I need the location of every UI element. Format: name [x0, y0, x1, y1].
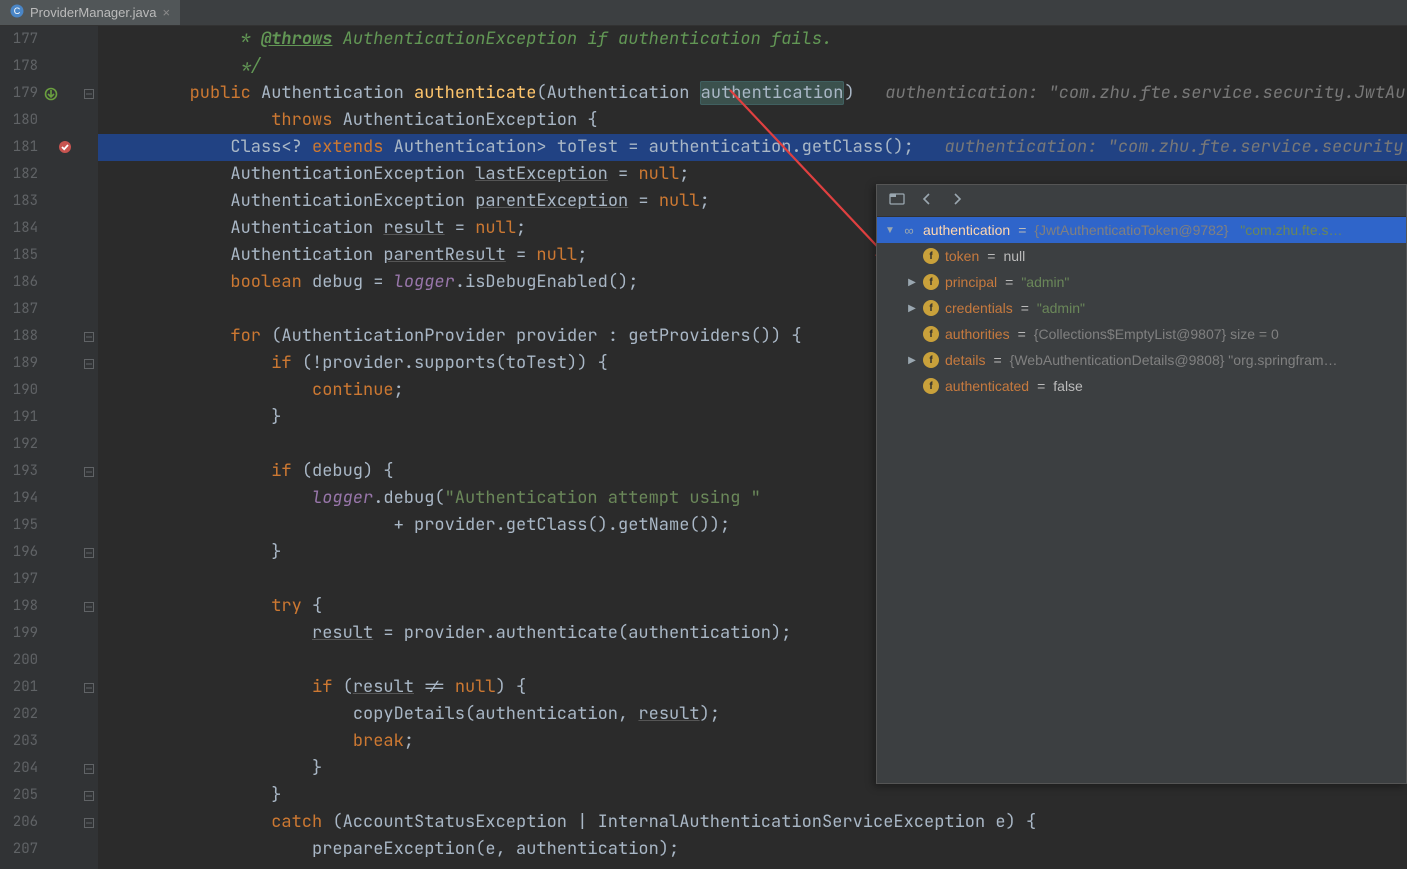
- breakpoint-icon[interactable]: [58, 140, 72, 154]
- fold-toggle-icon[interactable]: [84, 602, 94, 612]
- nav-back-icon[interactable]: [919, 191, 935, 210]
- debug-field-node[interactable]: fauthorities={Collections$EmptyList@9807…: [877, 321, 1406, 347]
- line-number: 191: [0, 408, 38, 426]
- debug-field-node[interactable]: ▶fprincipal="admin": [877, 269, 1406, 295]
- code-line[interactable]: prepareException(e, authentication);: [98, 836, 1407, 863]
- code-line[interactable]: Class<? extends Authentication> toTest =…: [98, 134, 1407, 161]
- project-icon[interactable]: [889, 191, 905, 210]
- line-number: 186: [0, 273, 38, 291]
- line-number: 196: [0, 543, 38, 561]
- fold-toggle-icon[interactable]: [84, 332, 94, 342]
- debug-field-node[interactable]: ▶fcredentials="admin": [877, 295, 1406, 321]
- line-number: 199: [0, 624, 38, 642]
- debug-field-node[interactable]: ▶fdetails={WebAuthenticationDetails@9808…: [877, 347, 1406, 373]
- svg-text:C: C: [14, 6, 21, 16]
- line-number: 181: [0, 138, 38, 156]
- fold-toggle-icon[interactable]: [84, 683, 94, 693]
- debugger-toolbar: [877, 185, 1406, 217]
- fold-toggle-icon[interactable]: [84, 791, 94, 801]
- line-number: 190: [0, 381, 38, 399]
- fold-toggle-icon[interactable]: [84, 764, 94, 774]
- expand-arrow-icon[interactable]: [905, 381, 919, 392]
- debug-field-node[interactable]: ftoken=null: [877, 243, 1406, 269]
- debugger-variables-popup[interactable]: ▼∞authentication={JwtAuthenticatioToken@…: [876, 184, 1407, 784]
- line-number: 187: [0, 300, 38, 318]
- line-number: 184: [0, 219, 38, 237]
- line-number: 204: [0, 759, 38, 777]
- line-number: 194: [0, 489, 38, 507]
- line-number: 197: [0, 570, 38, 588]
- expand-arrow-icon[interactable]: ▼: [883, 225, 897, 236]
- line-number: 195: [0, 516, 38, 534]
- line-number: 200: [0, 651, 38, 669]
- code-line[interactable]: */: [98, 53, 1407, 80]
- fold-toggle-icon[interactable]: [84, 548, 94, 558]
- field-icon: f: [923, 378, 939, 394]
- java-class-icon: C: [10, 4, 24, 21]
- editor-tabbar: C ProviderManager.java ×: [0, 0, 1407, 26]
- field-icon: f: [923, 326, 939, 342]
- field-icon: f: [923, 274, 939, 290]
- code-line[interactable]: public Authentication authenticate(Authe…: [98, 80, 1407, 107]
- line-number: 180: [0, 111, 38, 129]
- field-icon: f: [923, 248, 939, 264]
- line-number: 205: [0, 786, 38, 804]
- expand-arrow-icon[interactable]: [905, 251, 919, 262]
- fold-toggle-icon[interactable]: [84, 818, 94, 828]
- debug-root-node[interactable]: ▼∞authentication={JwtAuthenticatioToken@…: [877, 217, 1406, 243]
- nav-forward-icon[interactable]: [949, 191, 965, 210]
- expand-arrow-icon[interactable]: ▶: [905, 277, 919, 288]
- expand-arrow-icon[interactable]: ▶: [905, 355, 919, 366]
- line-number: 177: [0, 30, 38, 48]
- override-method-icon[interactable]: [44, 87, 58, 101]
- line-number: 206: [0, 813, 38, 831]
- expand-arrow-icon[interactable]: ▶: [905, 303, 919, 314]
- code-line[interactable]: }: [98, 782, 1407, 809]
- expand-arrow-icon[interactable]: [905, 329, 919, 340]
- line-number: 178: [0, 57, 38, 75]
- close-icon[interactable]: ×: [162, 5, 170, 20]
- code-line[interactable]: throws AuthenticationException {: [98, 107, 1407, 134]
- line-number: 198: [0, 597, 38, 615]
- line-number: 203: [0, 732, 38, 750]
- tab-filename: ProviderManager.java: [30, 5, 156, 20]
- object-icon: ∞: [901, 222, 917, 238]
- debugger-tree[interactable]: ▼∞authentication={JwtAuthenticatioToken@…: [877, 217, 1406, 783]
- line-number: 182: [0, 165, 38, 183]
- line-number: 207: [0, 840, 38, 858]
- debug-field-node[interactable]: fauthenticated=false: [877, 373, 1406, 399]
- line-number: 189: [0, 354, 38, 372]
- line-number: 185: [0, 246, 38, 264]
- line-number: 192: [0, 435, 38, 453]
- code-line[interactable]: catch (AccountStatusException | Internal…: [98, 809, 1407, 836]
- editor-tab[interactable]: C ProviderManager.java ×: [0, 0, 180, 25]
- fold-toggle-icon[interactable]: [84, 89, 94, 99]
- line-number: 202: [0, 705, 38, 723]
- code-line[interactable]: * @throws AuthenticationException if aut…: [98, 26, 1407, 53]
- line-number: 183: [0, 192, 38, 210]
- line-number: 193: [0, 462, 38, 480]
- line-number: 201: [0, 678, 38, 696]
- editor-gutter[interactable]: 177 178 179 180 181 182 183 184 185 186 187 188 189 1…: [0, 26, 98, 869]
- fold-toggle-icon[interactable]: [84, 359, 94, 369]
- fold-toggle-icon[interactable]: [84, 467, 94, 477]
- field-icon: f: [923, 300, 939, 316]
- line-number: 188: [0, 327, 38, 345]
- line-number: 179: [0, 84, 38, 102]
- field-icon: f: [923, 352, 939, 368]
